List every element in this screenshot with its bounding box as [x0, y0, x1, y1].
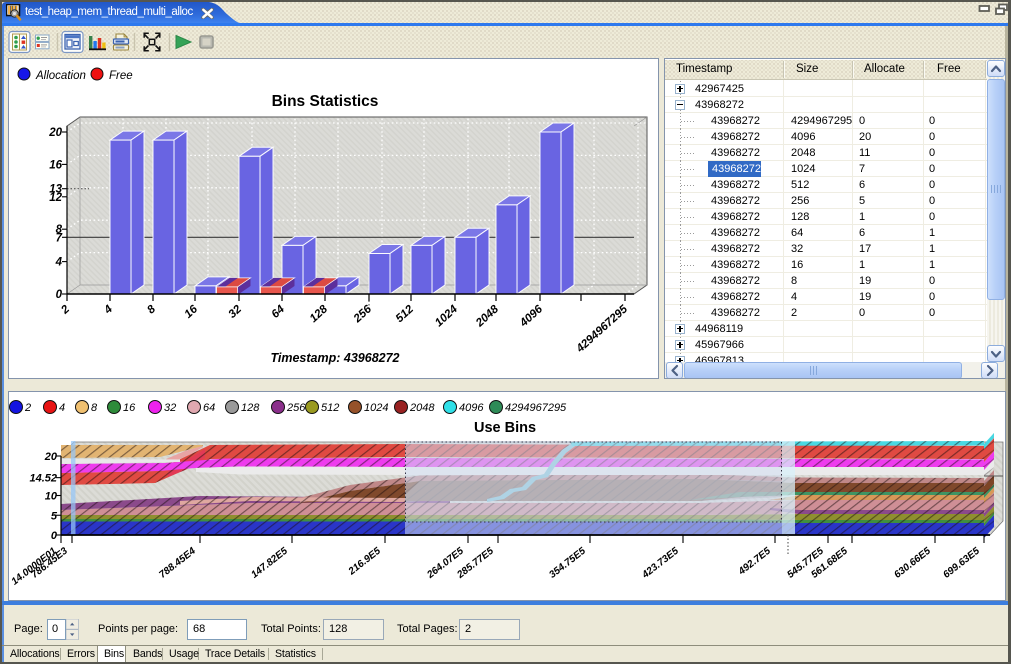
svg-text:16: 16 — [123, 402, 136, 414]
svg-text:128: 128 — [241, 402, 260, 414]
svg-text:147.82E5: 147.82E5 — [249, 545, 290, 580]
svg-text:2048: 2048 — [473, 303, 501, 330]
svg-text:512: 512 — [394, 303, 417, 325]
svg-text:16: 16 — [182, 303, 200, 321]
svg-text:8: 8 — [145, 303, 158, 317]
svg-text:14.52: 14.52 — [29, 473, 57, 485]
svg-text:4: 4 — [55, 257, 63, 269]
svg-text:0: 0 — [56, 289, 63, 301]
svg-text:256: 256 — [351, 303, 374, 326]
svg-text:64: 64 — [269, 303, 287, 321]
svg-text:20: 20 — [44, 451, 58, 463]
svg-text:32: 32 — [164, 402, 176, 414]
svg-text:16: 16 — [49, 159, 62, 171]
svg-text:Timestamp: 43968272: Timestamp: 43968272 — [270, 351, 399, 365]
svg-text:4294967295: 4294967295 — [505, 402, 567, 414]
svg-text:Bins Statistics: Bins Statistics — [272, 93, 379, 110]
svg-text:4096: 4096 — [459, 402, 484, 414]
svg-text:630.66E5: 630.66E5 — [892, 545, 933, 580]
svg-text:8: 8 — [91, 402, 98, 414]
svg-text:4: 4 — [59, 402, 65, 414]
svg-text:20: 20 — [48, 127, 62, 139]
svg-text:128: 128 — [308, 303, 331, 325]
svg-text:788.45E4: 788.45E4 — [157, 545, 198, 580]
svg-text:1024: 1024 — [433, 303, 460, 329]
svg-text:512: 512 — [321, 402, 339, 414]
svg-text:423.73E5: 423.73E5 — [640, 545, 682, 581]
svg-text:10: 10 — [45, 491, 58, 503]
svg-text:0: 0 — [51, 530, 58, 542]
svg-text:2048: 2048 — [409, 402, 435, 414]
svg-text:256: 256 — [286, 402, 306, 414]
svg-text:4096: 4096 — [517, 303, 545, 330]
svg-text:2: 2 — [58, 303, 72, 317]
svg-text:Allocation: Allocation — [35, 70, 86, 82]
svg-text:699.63E5: 699.63E5 — [941, 545, 982, 580]
svg-text:492.7E5: 492.7E5 — [736, 545, 773, 577]
svg-text:2: 2 — [24, 402, 31, 414]
svg-text:216.9E5: 216.9E5 — [346, 545, 383, 577]
svg-text:13: 13 — [49, 184, 62, 196]
svg-text:64: 64 — [203, 402, 215, 414]
svg-text:Use Bins: Use Bins — [474, 420, 536, 436]
svg-text:1024: 1024 — [364, 402, 388, 414]
svg-text:32: 32 — [226, 303, 244, 321]
svg-text:4294967295: 4294967295 — [574, 303, 631, 356]
svg-text:5: 5 — [51, 510, 58, 522]
svg-text:4: 4 — [101, 303, 115, 317]
svg-text:8: 8 — [56, 224, 63, 236]
svg-text:Free: Free — [109, 70, 133, 82]
svg-text:354.75E5: 354.75E5 — [547, 545, 588, 580]
